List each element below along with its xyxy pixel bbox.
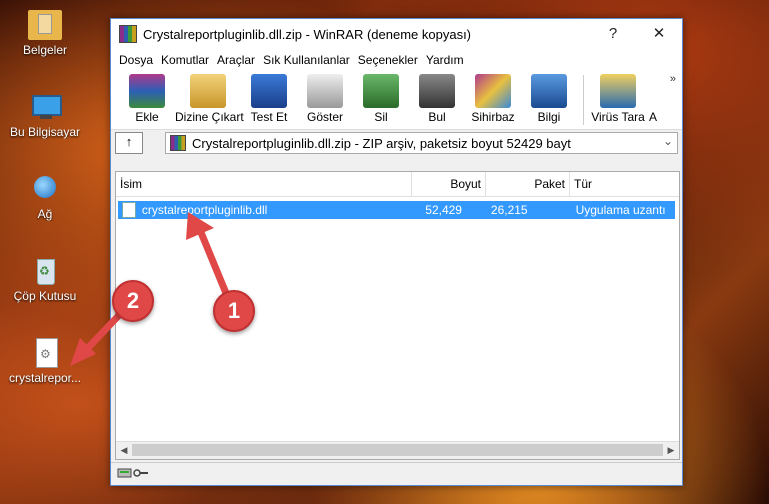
arrow-1 xyxy=(186,212,232,302)
annotation-arrows xyxy=(70,212,232,366)
callout-badge-2: 2 xyxy=(112,280,154,322)
arrow-2 xyxy=(70,306,128,366)
callout-badge-1: 1 xyxy=(213,290,255,332)
